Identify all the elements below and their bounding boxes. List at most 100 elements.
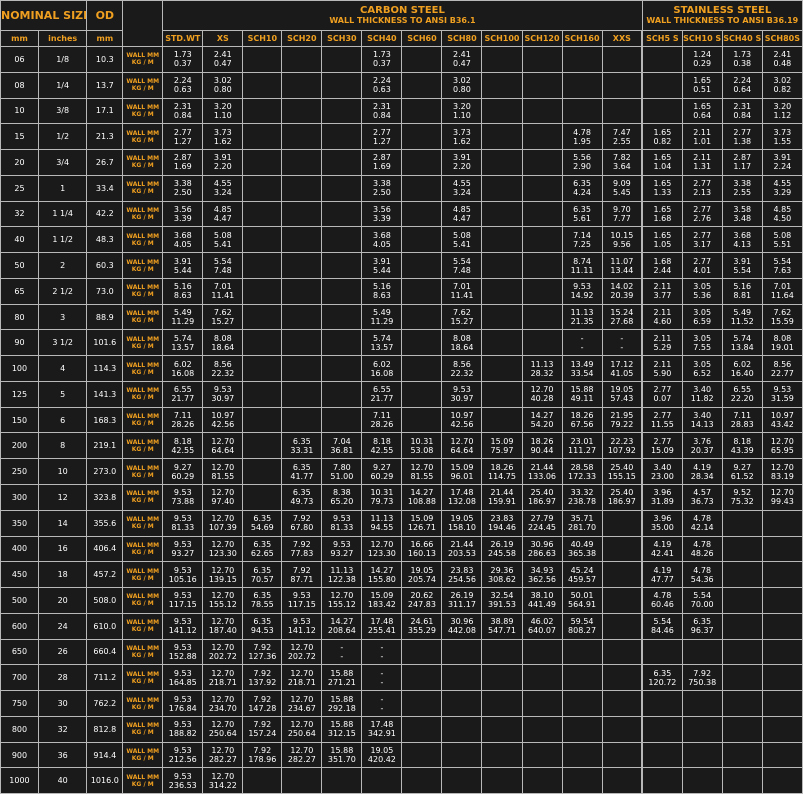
value-cell: 3.38 2.50 bbox=[162, 174, 204, 202]
value-cell: 9.53 30.97 bbox=[202, 380, 244, 408]
empty-cell bbox=[761, 664, 803, 692]
value-cell: 12.70 234.70 bbox=[202, 690, 244, 717]
value-cell: 15.24 27.68 bbox=[601, 303, 644, 331]
empty-cell bbox=[601, 535, 644, 563]
value-cell: 3.40 23.00 bbox=[641, 458, 683, 486]
value-cell: 4.78 48.26 bbox=[681, 535, 723, 563]
unit-label-cell: WALL MM KG / M bbox=[122, 664, 164, 692]
nominal-mm-cell: 250 bbox=[0, 458, 39, 486]
empty-cell bbox=[281, 252, 323, 279]
empty-cell bbox=[481, 329, 523, 357]
carbon-steel-header: CARBON STEEL WALL THICKNESS TO ANSI B36.… bbox=[162, 0, 643, 31]
value-cell: 2.77 1.27 bbox=[361, 123, 403, 151]
value-cell: 4.85 4.47 bbox=[441, 200, 483, 228]
value-cell: 10.97 43.42 bbox=[761, 406, 803, 434]
nominal-mm-cell: 25 bbox=[0, 174, 39, 202]
empty-cell bbox=[521, 690, 563, 717]
empty-cell bbox=[481, 46, 523, 73]
empty-cell bbox=[242, 277, 283, 305]
value-cell: 5.08 5.41 bbox=[202, 226, 244, 254]
schedule-header: SCH40 S bbox=[721, 30, 763, 47]
empty-cell bbox=[761, 509, 803, 537]
table-row: 20 3/4 26.7 WALL MM KG / M 2.87 1.69 3.91 2.20 2.… bbox=[0, 149, 803, 176]
table-row: 700 28 711.2 WALL MM KG / M 9.53 164.85 12.70 21… bbox=[0, 664, 803, 692]
value-cell: 8.08 18.64 bbox=[441, 329, 483, 357]
value-cell: 8.08 19.01 bbox=[761, 329, 803, 357]
schedule-header: SCH100 bbox=[481, 30, 523, 47]
empty-cell bbox=[561, 71, 603, 99]
empty-cell bbox=[401, 741, 443, 769]
value-cell: 5.54 7.48 bbox=[441, 252, 483, 279]
table-row: 350 14 355.6 WALL MM KG / M 9.53 81.33 12.70 107… bbox=[0, 509, 803, 537]
value-cell: 12.70 64.64 bbox=[441, 432, 483, 460]
empty-cell bbox=[641, 715, 683, 743]
od-cell: 660.4 bbox=[86, 638, 124, 666]
value-cell: 9.70 7.77 bbox=[601, 200, 644, 228]
empty-cell bbox=[281, 123, 323, 151]
value-cell: 9.53 73.88 bbox=[162, 484, 204, 511]
value-cell: 4.19 28.34 bbox=[681, 458, 723, 486]
unit-label-cell: WALL MM KG / M bbox=[122, 380, 164, 408]
value-cell: 3.38 2.50 bbox=[361, 174, 403, 202]
empty-cell bbox=[401, 46, 443, 73]
value-cell: 9.53 212.56 bbox=[162, 741, 204, 769]
value-cell: 10.31 53.08 bbox=[401, 432, 443, 460]
unit-label-cell: WALL MM KG / M bbox=[122, 561, 164, 589]
unit-label-cell: WALL MM KG / M bbox=[122, 458, 164, 486]
nominal-mm-cell: 06 bbox=[0, 46, 39, 73]
nominal-inch-cell: 3 1/2 bbox=[37, 329, 88, 357]
value-cell: 21.44 133.06 bbox=[521, 458, 563, 486]
nominal-inch-cell: 32 bbox=[37, 715, 88, 743]
empty-cell bbox=[242, 123, 283, 151]
value-cell: 7.92 77.83 bbox=[281, 535, 323, 563]
od-cell: 219.1 bbox=[86, 432, 124, 460]
empty-cell bbox=[321, 252, 363, 279]
unit-label-cell: WALL MM KG / M bbox=[122, 715, 164, 743]
value-cell: 3.68 4.05 bbox=[162, 226, 204, 254]
nominal-inch-cell: 26 bbox=[37, 638, 88, 666]
empty-cell bbox=[242, 484, 283, 511]
value-cell: 6.55 21.77 bbox=[361, 380, 403, 408]
value-cell: 8.56 22.32 bbox=[441, 355, 483, 382]
od-cell: 406.4 bbox=[86, 535, 124, 563]
value-cell: 35.71 281.70 bbox=[561, 509, 603, 537]
value-cell: 12.70 187.40 bbox=[202, 612, 244, 640]
value-cell: 14.27 54.20 bbox=[521, 406, 563, 434]
value-cell: 2.31 0.84 bbox=[361, 97, 403, 125]
empty-cell bbox=[721, 638, 763, 666]
value-cell: 4.78 1.95 bbox=[561, 123, 603, 151]
empty-cell bbox=[401, 303, 443, 331]
value-cell: 10.97 42.56 bbox=[441, 406, 483, 434]
empty-cell bbox=[481, 690, 523, 717]
empty-cell bbox=[601, 71, 644, 99]
value-cell: 5.54 7.48 bbox=[202, 252, 244, 279]
value-cell: 1.65 1.33 bbox=[641, 174, 683, 202]
empty-cell bbox=[601, 741, 644, 769]
value-cell: 12.70 234.67 bbox=[281, 690, 323, 717]
value-cell: 4.57 36.73 bbox=[681, 484, 723, 511]
empty-cell bbox=[521, 252, 563, 279]
value-cell: 29.36 308.62 bbox=[481, 561, 523, 589]
empty-cell bbox=[521, 123, 563, 151]
value-cell: 5.74 13.57 bbox=[361, 329, 403, 357]
table-row: 40 1 1/2 48.3 WALL MM KG / M 3.68 4.05 5.08 5.41… bbox=[0, 226, 803, 254]
value-cell: 2.77 2.13 bbox=[681, 174, 723, 202]
nominal-inch-cell: 1/2 bbox=[37, 123, 88, 151]
od-cell: 168.3 bbox=[86, 406, 124, 434]
value-cell: 17.48 255.41 bbox=[361, 612, 403, 640]
value-cell: 1.73 0.37 bbox=[361, 46, 403, 73]
value-cell: 23.83 194.46 bbox=[481, 509, 523, 537]
value-cell: 23.01 111.27 bbox=[561, 432, 603, 460]
value-cell: 25.40 186.97 bbox=[601, 484, 644, 511]
empty-cell bbox=[481, 303, 523, 331]
value-cell: 3.73 1.62 bbox=[441, 123, 483, 151]
value-cell: 21.44 159.91 bbox=[481, 484, 523, 511]
unit-label-cell: WALL MM KG / M bbox=[122, 535, 164, 563]
unit-label-cell: WALL MM KG / M bbox=[122, 252, 164, 279]
nominal-mm-cell: 150 bbox=[0, 406, 39, 434]
empty-cell bbox=[321, 46, 363, 73]
value-cell: 9.53 105.16 bbox=[162, 561, 204, 589]
empty-cell bbox=[761, 638, 803, 666]
table-row: 250 10 273.0 WALL MM KG / M 9.27 60.29 12.70 81.… bbox=[0, 458, 803, 486]
value-cell: 9.53 141.12 bbox=[281, 612, 323, 640]
